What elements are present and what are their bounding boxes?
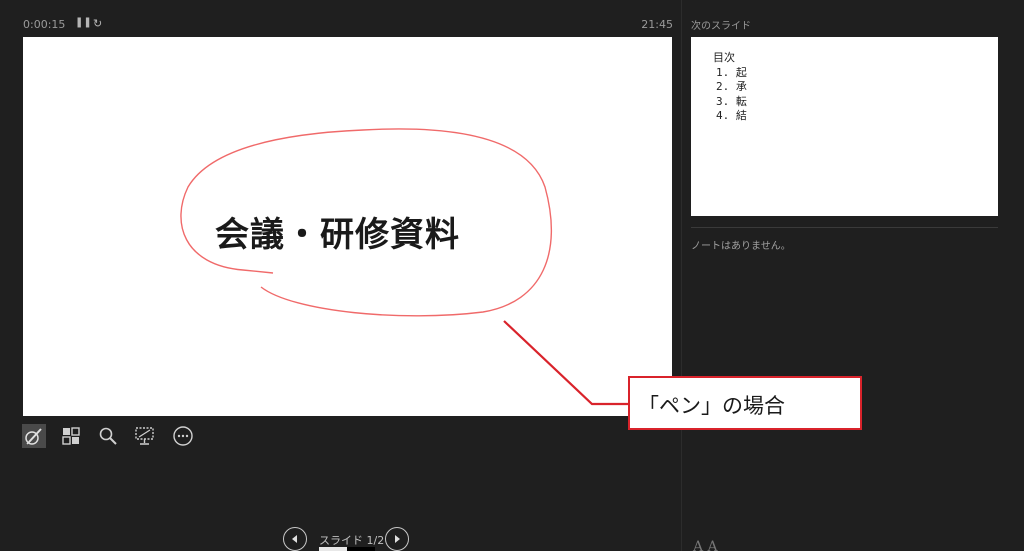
- slide-counter: スライド 1/2: [319, 532, 384, 548]
- callout-box: 「ペン」の場合: [628, 376, 862, 430]
- slide-counter-label: スライド: [319, 534, 363, 547]
- prev-arrow-icon[interactable]: [283, 527, 307, 551]
- callout-leader-line: [503, 320, 628, 406]
- slide-counter-position: 1/2: [366, 534, 385, 547]
- next-arrow-icon[interactable]: [385, 527, 409, 551]
- slide-progress-fill: [319, 547, 347, 551]
- slide-progress-bar: [319, 547, 375, 551]
